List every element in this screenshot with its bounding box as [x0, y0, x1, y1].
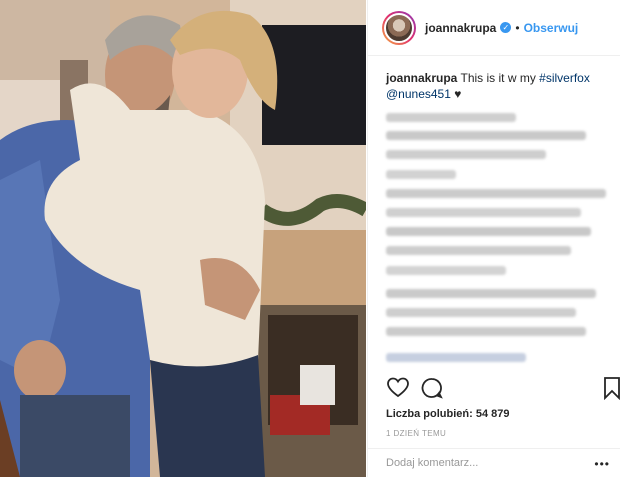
blurred-line — [386, 131, 586, 140]
heart-icon[interactable] — [386, 376, 410, 405]
post-photo-image — [0, 0, 366, 477]
blurred-line — [386, 189, 606, 198]
likes-count[interactable]: Liczba polubień: 54 879 — [386, 408, 510, 420]
heart-emoji: ♥ — [454, 87, 462, 101]
caption-username[interactable]: joannakrupa — [386, 71, 457, 85]
post-header: joannakrupa ✓ • Obserwuj — [368, 0, 620, 56]
blurred-line — [386, 150, 546, 159]
comment-input[interactable] — [386, 457, 586, 469]
caption: joannakrupa This is it w my #silverfox @… — [368, 56, 620, 102]
separator-dot: • — [515, 20, 520, 35]
username-link[interactable]: joannakrupa — [425, 21, 496, 35]
comment-icon[interactable] — [420, 376, 444, 405]
avatar[interactable] — [382, 10, 416, 45]
caption-text: This is it w my — [460, 71, 540, 85]
more-options-icon[interactable]: ••• — [594, 457, 610, 471]
post-photo[interactable] — [0, 0, 366, 477]
blurred-line — [386, 266, 506, 275]
likes-label: Liczba polubień: — [386, 408, 473, 420]
comment-box: ••• — [368, 448, 620, 478]
likes-number: 54 879 — [475, 408, 510, 420]
avatar-image — [384, 12, 414, 43]
blurred-line — [386, 246, 571, 255]
blurred-line — [386, 113, 516, 122]
action-bar — [386, 376, 620, 404]
post-timestamp[interactable]: 1 DZIEŃ TEMU — [386, 429, 446, 438]
follow-button[interactable]: Obserwuj — [524, 21, 579, 35]
blurred-line — [386, 170, 456, 179]
blurred-line — [386, 208, 581, 217]
hashtag-link[interactable]: #silverfox — [539, 71, 590, 85]
bookmark-icon[interactable] — [602, 376, 620, 405]
blurred-line — [386, 327, 586, 336]
blurred-line — [386, 227, 591, 236]
blurred-line — [386, 289, 596, 298]
verified-badge-icon: ✓ — [500, 22, 512, 33]
post-panel: joannakrupa ✓ • Obserwuj joannakrupa Thi… — [367, 0, 620, 477]
blurred-line — [386, 308, 576, 317]
mention-link[interactable]: @nunes451 — [386, 87, 451, 101]
blurred-line — [386, 353, 526, 362]
